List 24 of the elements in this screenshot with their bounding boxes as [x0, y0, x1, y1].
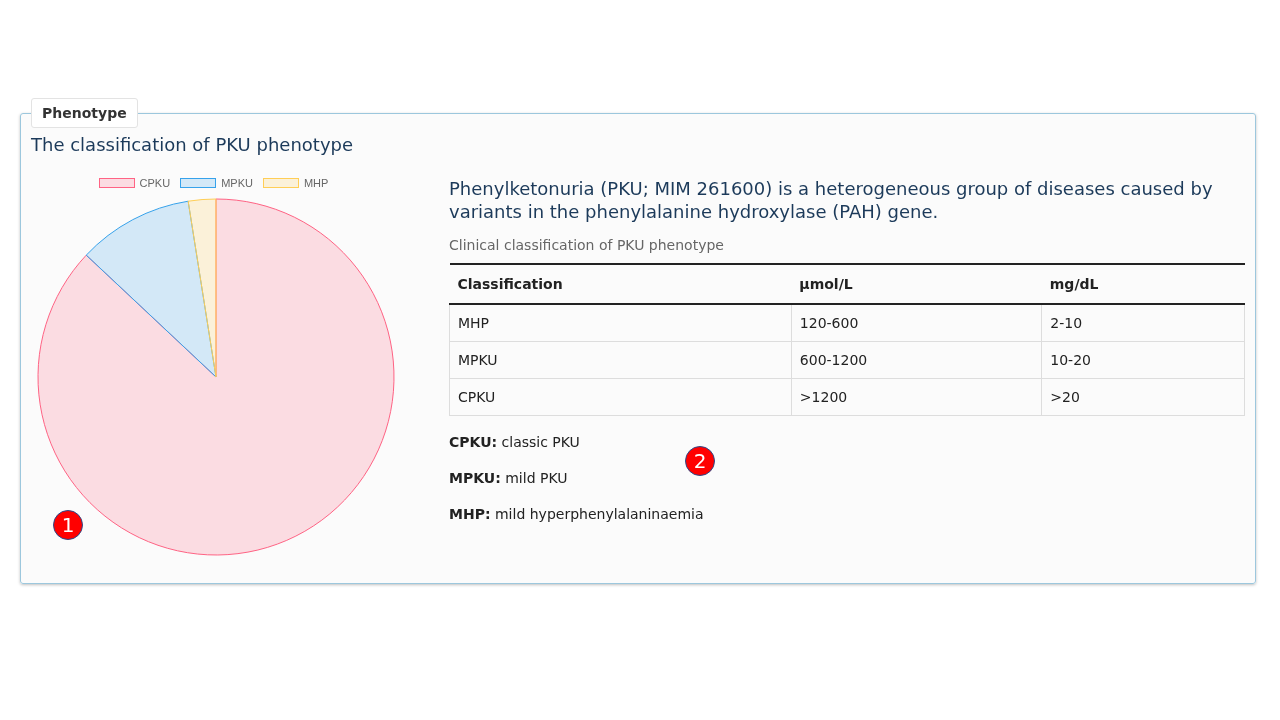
table-cell: CPKU	[449, 378, 792, 416]
intro-paragraph: Phenylketonuria (PKU; MIM 261600) is a heterogeneous group of diseases caused by variants in the phenylalanine hydroxylase (PAH) gene.	[449, 177, 1214, 223]
column-header: Classification	[449, 264, 792, 304]
table-cell: MPKU	[449, 341, 792, 379]
table-cell: 120-600	[791, 304, 1042, 342]
definition-text: MHP: mild hyperphenylalaninaemia	[449, 506, 705, 522]
table-cell: 2-10	[1041, 304, 1245, 342]
panel-legend: Phenotype	[31, 98, 138, 128]
column-header: µmol/L	[791, 264, 1042, 304]
panel-heading: The classification of PKU phenotype	[31, 134, 355, 155]
table-cell: >1200	[791, 378, 1042, 416]
legend-label: MHP	[303, 177, 329, 189]
definition-text: CPKU: classic PKU	[449, 434, 581, 450]
table-caption: Clinical classification of PKU phenotype	[449, 237, 725, 253]
table-cell: MHP	[449, 304, 792, 342]
column-header: mg/dL	[1041, 264, 1245, 304]
number-marker: 1	[53, 510, 83, 540]
legend-label: MPKU	[221, 177, 253, 189]
table-cell: 10-20	[1041, 341, 1245, 379]
table-cell: >20	[1041, 378, 1245, 416]
definition-text: MPKU: mild PKU	[449, 470, 569, 486]
number-marker: 2	[685, 446, 715, 476]
legend-label: CPKU	[139, 177, 171, 189]
table-cell: 600-1200	[791, 341, 1042, 379]
